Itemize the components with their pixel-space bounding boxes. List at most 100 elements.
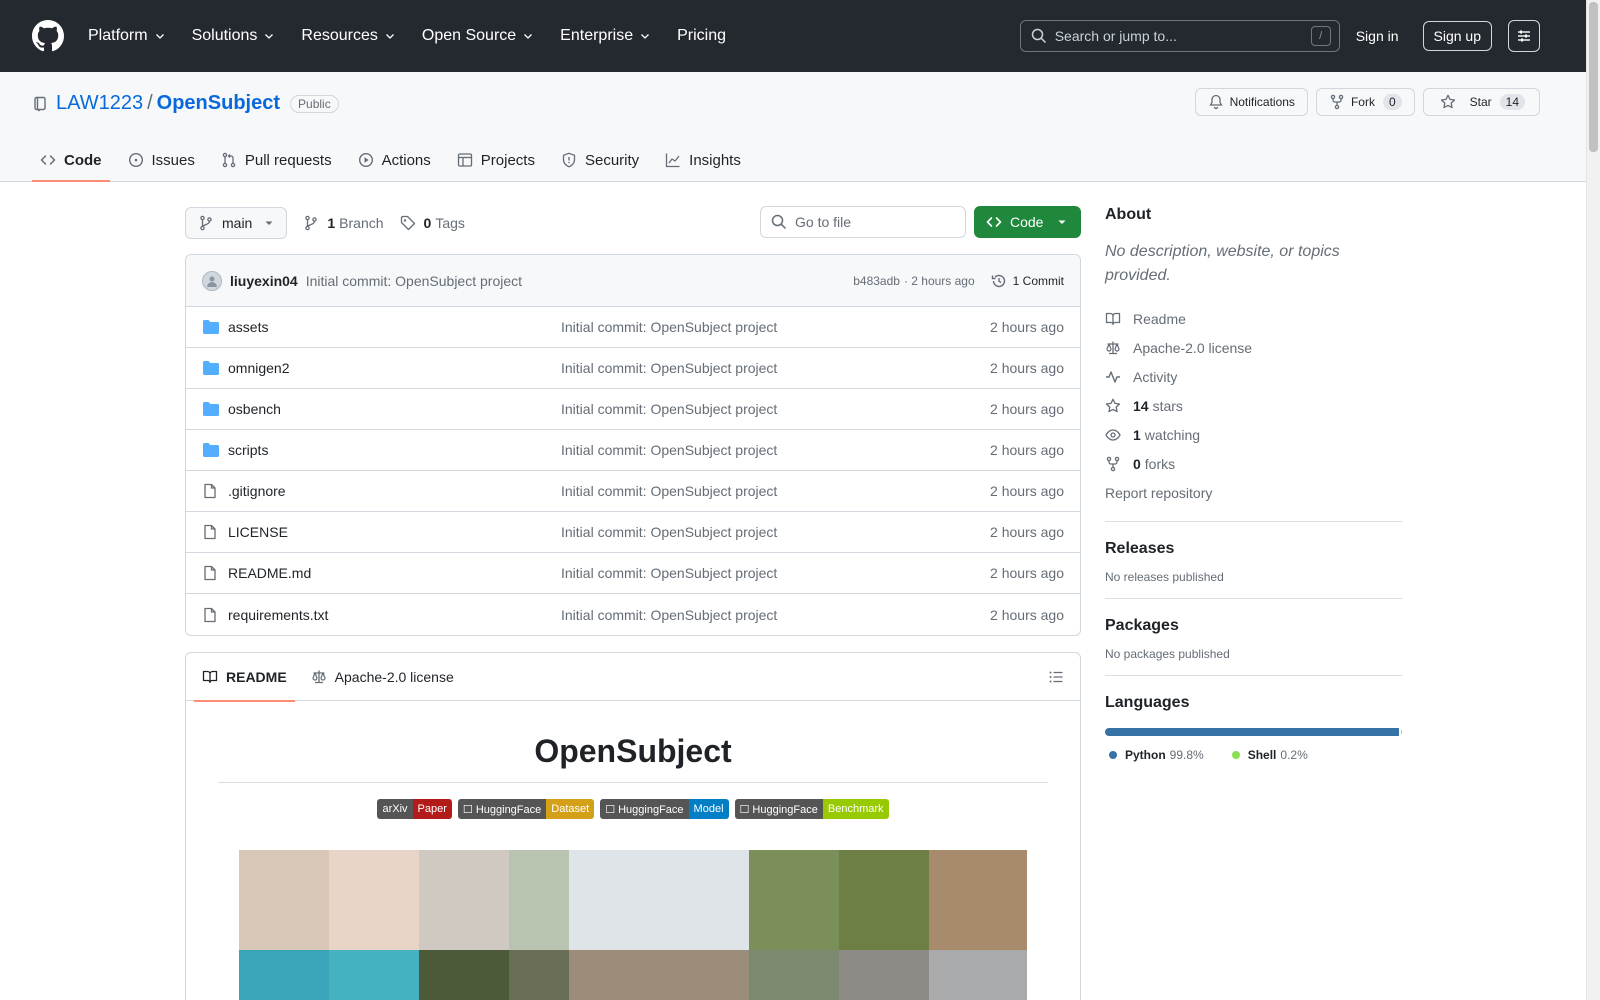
bell-icon [1208, 94, 1224, 110]
branches-link[interactable]: 1 Branch [303, 215, 384, 231]
file-commit-time: 2 hours ago [990, 442, 1064, 458]
file-row[interactable]: requirements.txt Initial commit: OpenSubj… [186, 594, 1080, 635]
license-tab[interactable]: Apache-2.0 license [303, 653, 462, 701]
file-name-link[interactable]: osbench [228, 401, 558, 417]
readme-link[interactable]: Readme [1105, 304, 1402, 333]
scrollbar-thumb[interactable] [1589, 2, 1598, 152]
commit-message-link[interactable]: Initial commit: OpenSubject project [306, 273, 522, 289]
tab-pull-requests[interactable]: Pull requests [213, 138, 340, 182]
table-of-contents-icon[interactable] [1048, 669, 1064, 685]
history-icon [991, 273, 1007, 289]
readme-badge-paper[interactable]: arXiv Paper [377, 799, 452, 819]
commit-author-link[interactable]: liuyexin04 [230, 273, 298, 289]
file-commit-time: 2 hours ago [990, 524, 1064, 540]
language-item-python[interactable]: Python 99.8% [1105, 748, 1204, 762]
file-name-link[interactable]: scripts [228, 442, 558, 458]
nav-item-pricing[interactable]: Pricing [677, 27, 726, 45]
github-logo-icon[interactable] [32, 20, 64, 52]
graph-icon [665, 152, 681, 168]
table-icon [457, 152, 473, 168]
tab-actions[interactable]: Actions [350, 138, 439, 182]
releases-heading[interactable]: Releases [1105, 540, 1402, 558]
page-scrollbar[interactable] [1586, 0, 1600, 1000]
forks-link[interactable]: 0 forks [1105, 449, 1402, 478]
watching-link[interactable]: 1 watching [1105, 420, 1402, 449]
tab-security[interactable]: Security [553, 138, 647, 182]
commit-sha-link[interactable]: b483adb [853, 274, 900, 288]
badge-right-label: Model [688, 799, 729, 819]
license-link[interactable]: Apache-2.0 license [1105, 333, 1402, 362]
badge-right-label: Dataset [546, 799, 595, 819]
go-to-file-input[interactable]: Go to file [760, 206, 966, 238]
sign-up-button[interactable]: Sign up [1422, 21, 1492, 51]
code-dropdown-button[interactable]: Code [974, 206, 1081, 238]
star-icon [1440, 94, 1456, 110]
nav-item-enterprise[interactable]: Enterprise [560, 27, 651, 45]
readme-badge-benchmark[interactable]: ☐ HuggingFace Benchmark [734, 799, 889, 819]
repo-tab-bar: Code Issues Pull requests Actions Projects Se… [32, 138, 759, 182]
file-commit-message-link[interactable]: Initial commit: OpenSubject project [561, 401, 777, 417]
file-commit-message-link[interactable]: Initial commit: OpenSubject project [561, 524, 777, 540]
commit-history-link[interactable]: 1 Commit [991, 273, 1064, 289]
nav-item-open-source[interactable]: Open Source [422, 27, 534, 45]
repo-name-link[interactable]: OpenSubject [157, 92, 280, 115]
fork-button[interactable]: Fork 0 [1315, 88, 1415, 116]
notifications-button[interactable]: Notifications [1194, 88, 1308, 116]
file-commit-message-link[interactable]: Initial commit: OpenSubject project [561, 442, 777, 458]
file-row[interactable]: LICENSE Initial commit: OpenSubject proje… [186, 512, 1080, 553]
search-input[interactable]: Search or jump to... / [1019, 20, 1340, 52]
avatar[interactable] [202, 270, 222, 291]
file-row[interactable]: README.md Initial commit: OpenSubject pro… [186, 553, 1080, 594]
readme-badge-dataset[interactable]: ☐ HuggingFace Dataset [457, 799, 595, 819]
file-name-link[interactable]: requirements.txt [228, 607, 558, 623]
nav-item-solutions[interactable]: Solutions [192, 27, 276, 45]
language-percent: 0.2% [1280, 748, 1308, 762]
language-item-shell[interactable]: Shell 0.2% [1228, 748, 1308, 762]
tab-code[interactable]: Code [32, 138, 110, 182]
badge-left-label: ☐ HuggingFace [734, 799, 823, 819]
stars-link[interactable]: 14 stars [1105, 391, 1402, 420]
file-row[interactable]: omnigen2 Initial commit: OpenSubject proj… [186, 348, 1080, 389]
report-repository-label: Report repository [1105, 484, 1213, 501]
code-icon [986, 214, 1002, 230]
settings-menu-button[interactable] [1508, 20, 1540, 52]
book-icon [202, 669, 218, 685]
folder-icon [202, 442, 220, 458]
readme-tab[interactable]: README [194, 653, 295, 702]
nav-item-platform[interactable]: Platform [88, 27, 166, 45]
file-name-link[interactable]: README.md [228, 565, 558, 581]
tags-link[interactable]: 0 Tags [400, 215, 465, 231]
file-commit-message-link[interactable]: Initial commit: OpenSubject project [561, 607, 777, 623]
activity-link[interactable]: Activity [1105, 362, 1402, 391]
tab-issues[interactable]: Issues [120, 138, 203, 182]
repo-owner-link[interactable]: LAW1223 [56, 92, 143, 115]
repo-icon [32, 96, 48, 112]
file-row[interactable]: scripts Initial commit: OpenSubject proje… [186, 430, 1080, 471]
report-repository-link[interactable]: Report repository [1105, 478, 1402, 507]
file-commit-message-link[interactable]: Initial commit: OpenSubject project [561, 319, 777, 335]
chevron-down-icon [263, 30, 275, 42]
file-name-link[interactable]: LICENSE [228, 524, 558, 540]
file-row[interactable]: osbench Initial commit: OpenSubject proje… [186, 389, 1080, 430]
file-name-link[interactable]: omnigen2 [228, 360, 558, 376]
nav-item-label: Solutions [191, 27, 258, 44]
branch-selector[interactable]: main [185, 207, 288, 239]
packages-heading[interactable]: Packages [1105, 617, 1402, 635]
file-name-link[interactable]: .gitignore [228, 483, 558, 499]
file-icon [202, 483, 220, 499]
file-row[interactable]: .gitignore Initial commit: OpenSubject pr… [186, 471, 1080, 512]
branch-count-label: Branch [339, 215, 384, 231]
readme-badge-model[interactable]: ☐ HuggingFace Model [600, 799, 729, 819]
tab-projects[interactable]: Projects [449, 138, 543, 182]
file-commit-message-link[interactable]: Initial commit: OpenSubject project [561, 483, 777, 499]
file-row[interactable]: assets Initial commit: OpenSubject projec… [186, 307, 1080, 348]
file-name-link[interactable]: assets [228, 319, 558, 335]
file-commit-message-link[interactable]: Initial commit: OpenSubject project [561, 360, 777, 376]
nav-item-resources[interactable]: Resources [301, 27, 395, 45]
repo-sidebar: About No description, website, or topics… [1105, 206, 1402, 762]
tab-insights[interactable]: Insights [657, 138, 749, 182]
sign-in-link[interactable]: Sign in [1356, 28, 1399, 44]
file-commit-message-link[interactable]: Initial commit: OpenSubject project [561, 565, 777, 581]
eye-icon [1105, 427, 1121, 443]
star-button[interactable]: Star 14 [1422, 88, 1540, 116]
